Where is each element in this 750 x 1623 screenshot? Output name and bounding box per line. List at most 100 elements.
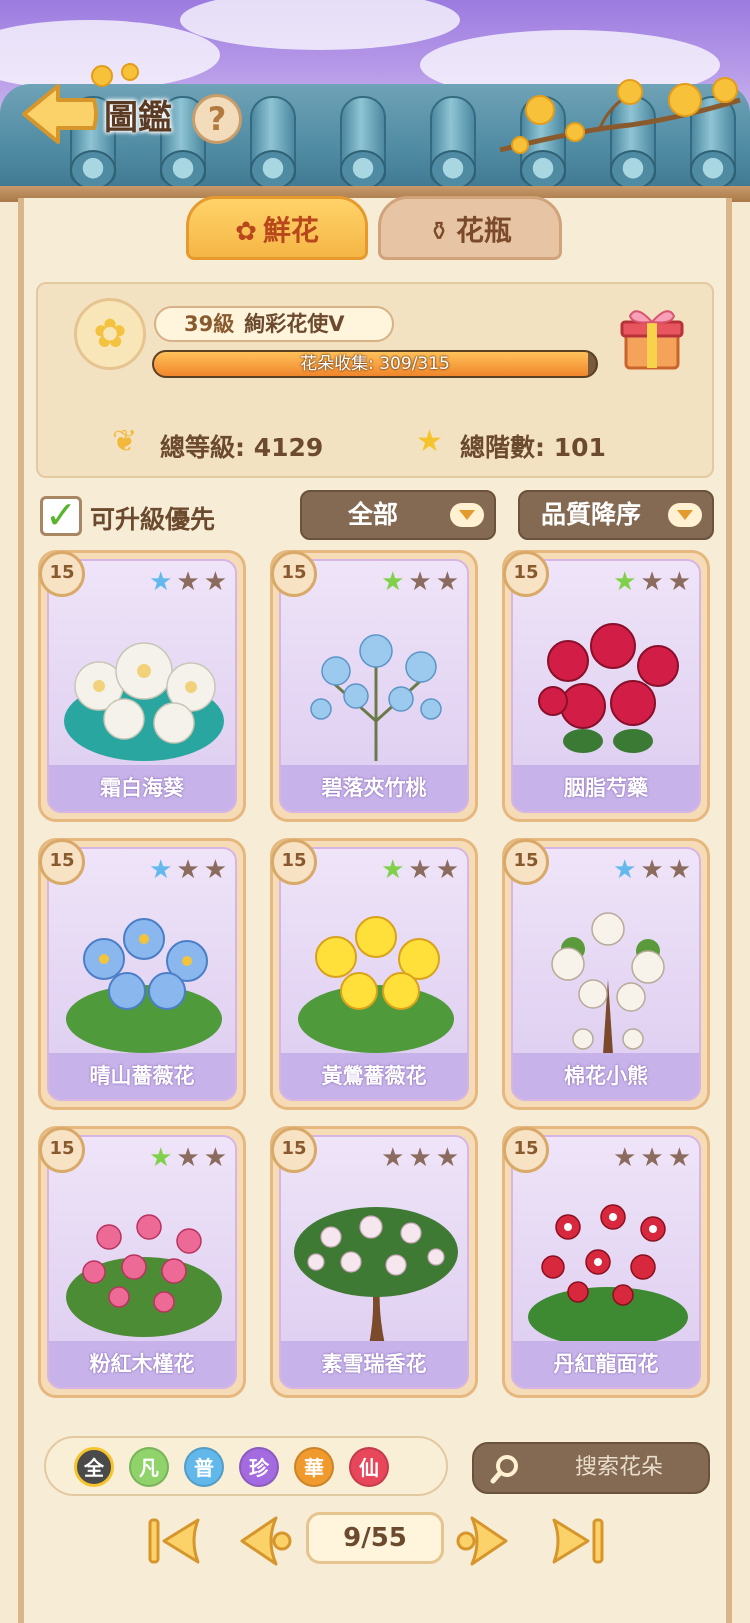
star-icon: ★ bbox=[381, 1143, 405, 1173]
card-name: 黃鶯薔薇花 bbox=[281, 1053, 467, 1099]
quality-filter-4[interactable]: 華 bbox=[294, 1447, 334, 1487]
flower-illustration bbox=[551, 912, 665, 1054]
flower-card[interactable]: 15 ★ ★ ★ 霜白海葵 bbox=[38, 550, 246, 822]
star-icon: ★ bbox=[667, 855, 691, 885]
star-icon: ★ bbox=[435, 567, 459, 597]
total-level: 總等級: 4129 bbox=[160, 433, 324, 462]
category-dropdown[interactable]: 全部 bbox=[300, 490, 496, 540]
progress-label: 花朵收集: 309/315 bbox=[300, 354, 450, 374]
card-body: ★ ★ ★ 粉紅木槿花 bbox=[47, 1135, 237, 1389]
card-stars: ★ ★ ★ bbox=[381, 567, 459, 597]
card-name: 粉紅木槿花 bbox=[49, 1341, 235, 1387]
quality-filter-2[interactable]: 普 bbox=[184, 1447, 224, 1487]
star-icon: ★ bbox=[203, 1143, 227, 1173]
card-stars: ★ ★ ★ bbox=[613, 1143, 691, 1173]
card-stars: ★ ★ ★ bbox=[381, 1143, 459, 1173]
star-icon: ★ bbox=[613, 1143, 637, 1173]
star-icon: ★ bbox=[149, 567, 173, 597]
flower-card[interactable]: 15 ★ ★ ★ 棉花小熊 bbox=[502, 838, 710, 1110]
quality-filter-3[interactable]: 珍 bbox=[239, 1447, 279, 1487]
flower-card[interactable]: 15 ★ ★ ★ 素雪瑞香花 bbox=[270, 1126, 478, 1398]
flower-emblem-icon: ✿ bbox=[74, 298, 146, 370]
star-icon: ★ bbox=[149, 855, 173, 885]
card-level-badge: 15 bbox=[39, 839, 85, 885]
blossom-branch-icon bbox=[499, 77, 741, 154]
card-level-badge: 15 bbox=[503, 1127, 549, 1173]
star-icon: ★ bbox=[176, 1143, 200, 1173]
first-page-icon[interactable] bbox=[146, 1514, 204, 1568]
total-stars: 總階數: 101 bbox=[460, 433, 606, 462]
level-rank: 絢彩花使Ⅴ bbox=[244, 312, 345, 336]
gift-box-icon[interactable] bbox=[618, 302, 686, 372]
card-level-badge: 15 bbox=[271, 839, 317, 885]
flower-card[interactable]: 15 ★ ★ ★ 丹紅龍面花 bbox=[502, 1126, 710, 1398]
flower-card[interactable]: 15 ★ ★ ★ 粉紅木槿花 bbox=[38, 1126, 246, 1398]
card-level-badge: 15 bbox=[39, 1127, 85, 1173]
flower-illustration bbox=[538, 623, 679, 753]
back-arrow-icon[interactable] bbox=[20, 82, 100, 146]
card-stars: ★ ★ ★ bbox=[613, 567, 691, 597]
card-body: ★ ★ ★ 碧落夾竹桃 bbox=[279, 559, 469, 813]
page-title: 圖鑑 bbox=[104, 98, 172, 138]
upgrade-first-label: 可升級優先 bbox=[90, 505, 216, 534]
card-name: 棉花小熊 bbox=[513, 1053, 699, 1099]
card-body: ★ ★ ★ 素雪瑞香花 bbox=[279, 1135, 469, 1389]
card-body: ★ ★ ★ 丹紅龍面花 bbox=[511, 1135, 701, 1389]
tab-vases-label: 花瓶 bbox=[455, 214, 512, 247]
flower-card[interactable]: 15 ★ ★ ★ 黃鶯薔薇花 bbox=[270, 838, 478, 1110]
quality-filter-0[interactable]: 全 bbox=[74, 1447, 114, 1487]
star-icon: ★ bbox=[176, 567, 200, 597]
search-icon bbox=[490, 1455, 518, 1484]
tab-flowers[interactable]: ✿ 鮮花 bbox=[186, 196, 368, 260]
previous-page-icon[interactable] bbox=[236, 1514, 294, 1568]
card-body: ★ ★ ★ 黃鶯薔薇花 bbox=[279, 847, 469, 1101]
next-page-icon[interactable] bbox=[454, 1514, 512, 1568]
star-icon: ★ bbox=[640, 1143, 664, 1173]
star-icon: ★ bbox=[667, 1143, 691, 1173]
card-level-badge: 15 bbox=[503, 839, 549, 885]
card-stars: ★ ★ ★ bbox=[149, 567, 227, 597]
flower-illustration bbox=[294, 1207, 458, 1345]
flower-card[interactable]: 15 ★ ★ ★ 胭脂芍藥 bbox=[502, 550, 710, 822]
star-icon: ★ bbox=[408, 1143, 432, 1173]
upgrade-first-checkbox[interactable]: ✓ bbox=[40, 496, 82, 536]
star-icon: ★ bbox=[203, 855, 227, 885]
search-placeholder: 搜索花朵 bbox=[574, 1455, 663, 1480]
star-icon: ★ bbox=[176, 855, 200, 885]
card-stars: ★ ★ ★ bbox=[381, 855, 459, 885]
rose-icon: ✿ bbox=[235, 217, 257, 247]
tab-vases[interactable]: ⚱ 花瓶 bbox=[378, 196, 562, 260]
last-page-icon[interactable] bbox=[548, 1514, 606, 1568]
star-icon: ★ bbox=[613, 567, 637, 597]
star-icon: ★ bbox=[435, 1143, 459, 1173]
flower-card[interactable]: 15 ★ ★ ★ 晴山薔薇花 bbox=[38, 838, 246, 1110]
flower-card[interactable]: 15 ★ ★ ★ 碧落夾竹桃 bbox=[270, 550, 478, 822]
search-input[interactable]: 搜索花朵 bbox=[472, 1442, 710, 1494]
star-icon: ★ bbox=[416, 424, 443, 459]
card-stars: ★ ★ ★ bbox=[613, 855, 691, 885]
card-name: 丹紅龍面花 bbox=[513, 1341, 699, 1387]
star-icon: ★ bbox=[640, 567, 664, 597]
card-level-badge: 15 bbox=[271, 551, 317, 597]
card-level-badge: 15 bbox=[503, 551, 549, 597]
flower-illustration bbox=[528, 1204, 688, 1345]
card-stars: ★ ★ ★ bbox=[149, 1143, 227, 1173]
flower-illustration bbox=[310, 634, 442, 761]
card-body: ★ ★ ★ 棉花小熊 bbox=[511, 847, 701, 1101]
help-button[interactable]: ? bbox=[192, 94, 242, 144]
flower-illustration bbox=[64, 642, 224, 761]
quality-filter-1[interactable]: 凡 bbox=[129, 1447, 169, 1487]
page-indicator: 9/55 bbox=[306, 1512, 444, 1564]
flower-illustration bbox=[298, 916, 454, 1053]
quality-filter-5[interactable]: 仙 bbox=[349, 1447, 389, 1487]
star-icon: ★ bbox=[408, 567, 432, 597]
star-icon: ★ bbox=[613, 855, 637, 885]
star-icon: ★ bbox=[381, 855, 405, 885]
sort-dropdown[interactable]: 品質降序 bbox=[518, 490, 714, 540]
sort-dropdown-label: 品質降序 bbox=[540, 500, 641, 529]
card-body: ★ ★ ★ 晴山薔薇花 bbox=[47, 847, 237, 1101]
check-icon: ✓ bbox=[45, 493, 77, 537]
star-icon: ★ bbox=[435, 855, 459, 885]
chevron-down-icon bbox=[668, 503, 702, 527]
chevron-down-icon bbox=[450, 503, 484, 527]
